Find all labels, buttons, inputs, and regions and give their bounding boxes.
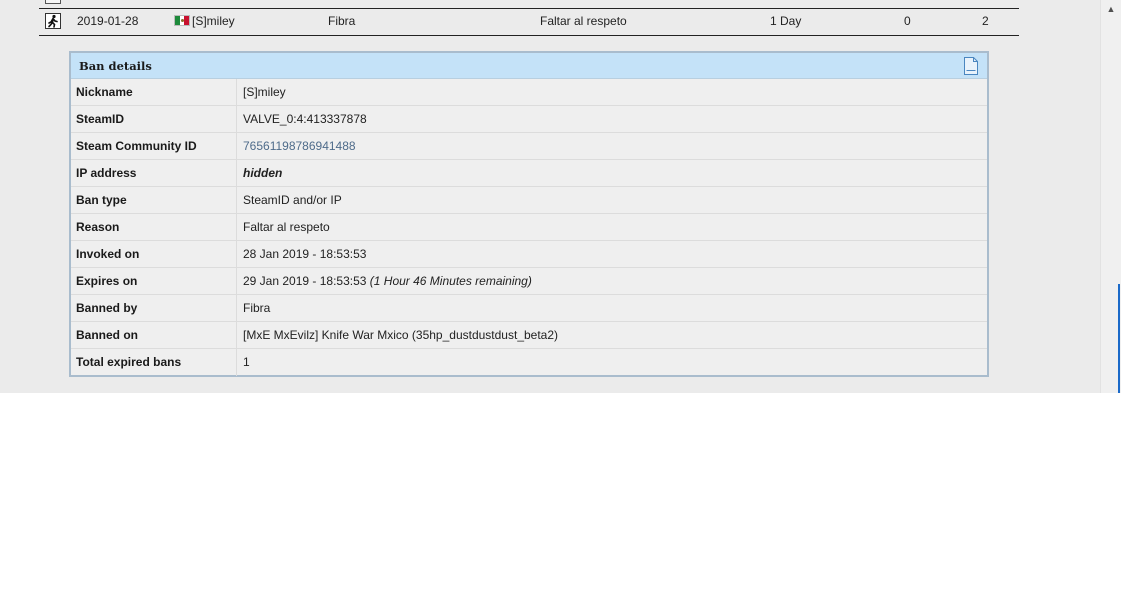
ban-details-title: Ban details bbox=[79, 59, 152, 73]
detail-value: VALVE_0:4:413337878 bbox=[243, 112, 367, 126]
expires-date: 29 Jan 2019 - 18:53:53 bbox=[243, 274, 367, 288]
detail-value: Faltar al respeto bbox=[243, 220, 330, 234]
ban-date: 2019-01-28 bbox=[77, 14, 139, 28]
mexico-flag-icon bbox=[174, 15, 190, 26]
detail-label: SteamID bbox=[71, 106, 237, 133]
detail-row-invoked-on: Invoked on 28 Jan 2019 - 18:53:53 bbox=[71, 241, 987, 268]
detail-value: 29 Jan 2019 - 18:53:53 (1 Hour 46 Minute… bbox=[243, 268, 532, 294]
count-cell: 2 bbox=[982, 14, 989, 28]
detail-value: 28 Jan 2019 - 18:53:53 bbox=[243, 247, 367, 261]
ban-details-panel: Ban details Nickname [S]miley SteamID VA… bbox=[69, 51, 989, 377]
steam-community-link[interactable]: 76561198786941488 bbox=[243, 133, 356, 159]
count-cell: 0 bbox=[904, 14, 911, 28]
detail-value: 1 bbox=[243, 355, 250, 369]
detail-label: Nickname bbox=[71, 79, 237, 106]
ban-length: 1 Day bbox=[770, 14, 802, 28]
detail-row-ip-address: IP address hidden bbox=[71, 160, 987, 187]
detail-row-banned-on: Banned on [MxE MxEvilz] Knife War Mxico … bbox=[71, 322, 987, 349]
detail-label: Invoked on bbox=[71, 241, 237, 268]
row-icon bbox=[45, 0, 61, 4]
detail-row-banned-by: Banned by Fibra bbox=[71, 295, 987, 322]
ban-details-header: Ban details bbox=[71, 53, 987, 79]
vertical-scrollbar[interactable]: ▲ bbox=[1100, 0, 1121, 393]
detail-label: Ban type bbox=[71, 187, 237, 214]
detail-label: Expires on bbox=[71, 268, 237, 295]
ban-list-row[interactable]: 2019-01-28 [S]miley Fibra Faltar al resp… bbox=[39, 9, 1019, 36]
scroll-up-arrow-icon[interactable]: ▲ bbox=[1101, 0, 1121, 18]
detail-value: [S]miley bbox=[243, 85, 286, 99]
detail-value: [MxE MxEvilz] Knife War Mxico (35hp_dust… bbox=[243, 328, 559, 342]
detail-label: Banned on bbox=[71, 322, 237, 349]
detail-row-ban-type: Ban type SteamID and/or IP bbox=[71, 187, 987, 214]
player-nickname: [S]miley bbox=[192, 14, 235, 28]
document-icon[interactable] bbox=[963, 57, 979, 75]
detail-label: Reason bbox=[71, 214, 237, 241]
detail-row-reason: Reason Faltar al respeto bbox=[71, 214, 987, 241]
detail-row-steamid: SteamID VALVE_0:4:413337878 bbox=[71, 106, 987, 133]
detail-value: Fibra bbox=[243, 301, 271, 315]
detail-row-total-expired-bans: Total expired bans 1 bbox=[71, 349, 987, 376]
ban-reason: Faltar al respeto bbox=[540, 14, 627, 28]
detail-value: SteamID and/or IP bbox=[243, 193, 342, 207]
detail-row-nickname: Nickname [S]miley bbox=[71, 79, 987, 106]
previous-table-row[interactable] bbox=[39, 0, 1019, 9]
detail-label: Banned by bbox=[71, 295, 237, 322]
admin-name: Fibra bbox=[328, 14, 356, 28]
detail-value: hidden bbox=[243, 166, 283, 180]
ban-status-icon bbox=[45, 13, 61, 29]
detail-label: Steam Community ID bbox=[71, 133, 237, 160]
detail-label: IP address bbox=[71, 160, 237, 187]
time-remaining: (1 Hour 46 Minutes remaining) bbox=[369, 274, 532, 288]
detail-row-community-id: Steam Community ID 76561198786941488 bbox=[71, 133, 987, 160]
detail-row-expires-on: Expires on 29 Jan 2019 - 18:53:53 (1 Hou… bbox=[71, 268, 987, 295]
detail-label: Total expired bans bbox=[71, 349, 237, 376]
